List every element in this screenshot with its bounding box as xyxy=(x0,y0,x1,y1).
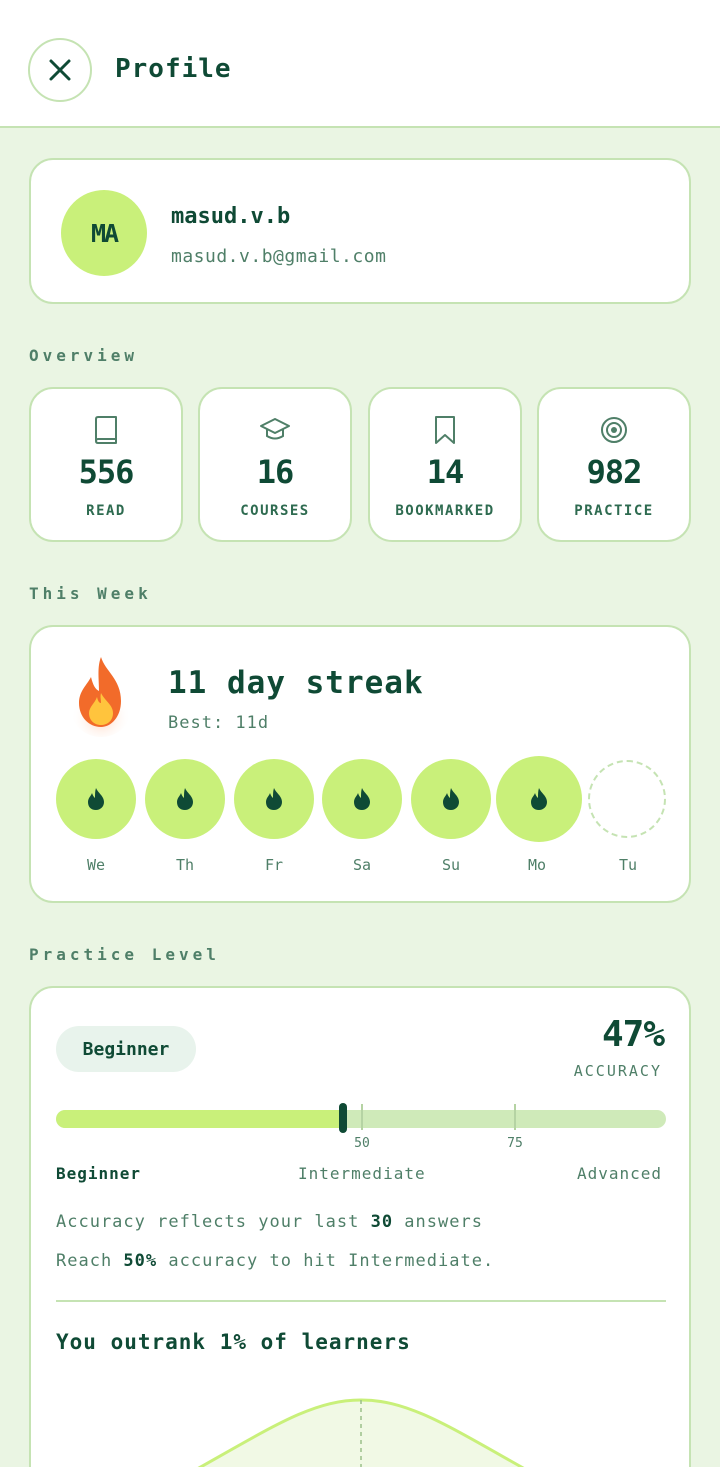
top-bar: Profile xyxy=(0,0,720,128)
stat-value: 982 xyxy=(586,453,643,491)
accuracy-progress-fill xyxy=(56,1110,343,1128)
streak-day-mo xyxy=(496,756,582,842)
day-label: Mo xyxy=(527,856,547,874)
streak-day-th xyxy=(145,759,225,839)
flame-icon xyxy=(266,788,282,810)
profile-card: MA masud.v.b masud.v.b@gmail.com xyxy=(29,158,691,304)
streak-day-we xyxy=(56,759,136,839)
tick-label: 50 xyxy=(354,1136,370,1151)
flame-icon xyxy=(88,788,104,810)
tick-50 xyxy=(361,1104,363,1130)
streak-day-su xyxy=(411,759,491,839)
flame-icon xyxy=(443,788,459,810)
practice-level-card: Beginner 47% ACCURACY 50 75 Beginner Int… xyxy=(29,986,691,1467)
day-label: We xyxy=(86,856,106,874)
tick-75 xyxy=(514,1104,516,1130)
flame-icon xyxy=(354,788,370,810)
day-label: Su xyxy=(441,856,461,874)
day-label: Fr xyxy=(264,856,284,874)
close-icon xyxy=(49,59,71,81)
level-badge: Beginner xyxy=(56,1026,196,1072)
streak-card: 11 day streak Best: 11d We Th Fr Sa Su Mo Tu xyxy=(29,625,691,903)
graduation-cap-icon xyxy=(260,418,290,440)
stat-value: 556 xyxy=(78,453,135,491)
day-label: Sa xyxy=(352,856,372,874)
avatar: MA xyxy=(61,190,147,276)
target-icon xyxy=(601,417,627,443)
stat-label: READ xyxy=(86,503,126,519)
accuracy-note: Accuracy reflects your last 30 answers xyxy=(56,1212,483,1232)
practice-level-label: Practice Level xyxy=(29,945,220,964)
stat-card-read[interactable]: 556 READ xyxy=(29,387,183,542)
accuracy-marker xyxy=(338,1103,347,1133)
day-label: Tu xyxy=(618,856,638,874)
stat-card-practice[interactable]: 982 PRACTICE xyxy=(537,387,691,542)
tick-label: 75 xyxy=(507,1136,523,1151)
streak-title: 11 day streak xyxy=(168,665,424,701)
username: masud.v.b xyxy=(171,204,291,229)
streak-day-tu xyxy=(588,760,666,838)
accuracy-value: 47% xyxy=(601,1014,665,1055)
this-week-label: This Week xyxy=(29,584,152,603)
flame-icon xyxy=(531,788,547,810)
streak-day-fr xyxy=(234,759,314,839)
stat-label: BOOKMARKED xyxy=(395,503,495,519)
accuracy-label: ACCURACY xyxy=(573,1062,662,1080)
streak-best: Best: 11d xyxy=(168,713,270,733)
stat-label: PRACTICE xyxy=(574,503,654,519)
stat-card-bookmarked[interactable]: 14 BOOKMARKED xyxy=(368,387,522,542)
page-title: Profile xyxy=(115,54,232,84)
outrank-title: You outrank 1% of learners xyxy=(56,1330,411,1354)
stat-card-courses[interactable]: 16 COURSES xyxy=(198,387,352,542)
email: masud.v.b@gmail.com xyxy=(171,246,387,267)
stat-value: 14 xyxy=(426,453,465,491)
divider xyxy=(56,1300,666,1302)
target-note: Reach 50% accuracy to hit Intermediate. xyxy=(56,1251,495,1271)
distribution-curve xyxy=(197,1398,525,1467)
flame-icon xyxy=(71,657,131,737)
stat-value: 16 xyxy=(256,453,295,491)
close-button[interactable] xyxy=(28,38,92,102)
streak-day-sa xyxy=(322,759,402,839)
level-advanced: Advanced xyxy=(576,1164,662,1183)
overview-label: Overview xyxy=(29,346,139,365)
stat-label: COURSES xyxy=(240,503,310,519)
level-intermediate: Intermediate xyxy=(298,1164,426,1183)
level-beginner: Beginner xyxy=(56,1164,142,1183)
day-label: Th xyxy=(175,856,195,874)
book-icon xyxy=(95,416,117,444)
flame-icon xyxy=(177,788,193,810)
bookmark-icon xyxy=(435,416,455,444)
